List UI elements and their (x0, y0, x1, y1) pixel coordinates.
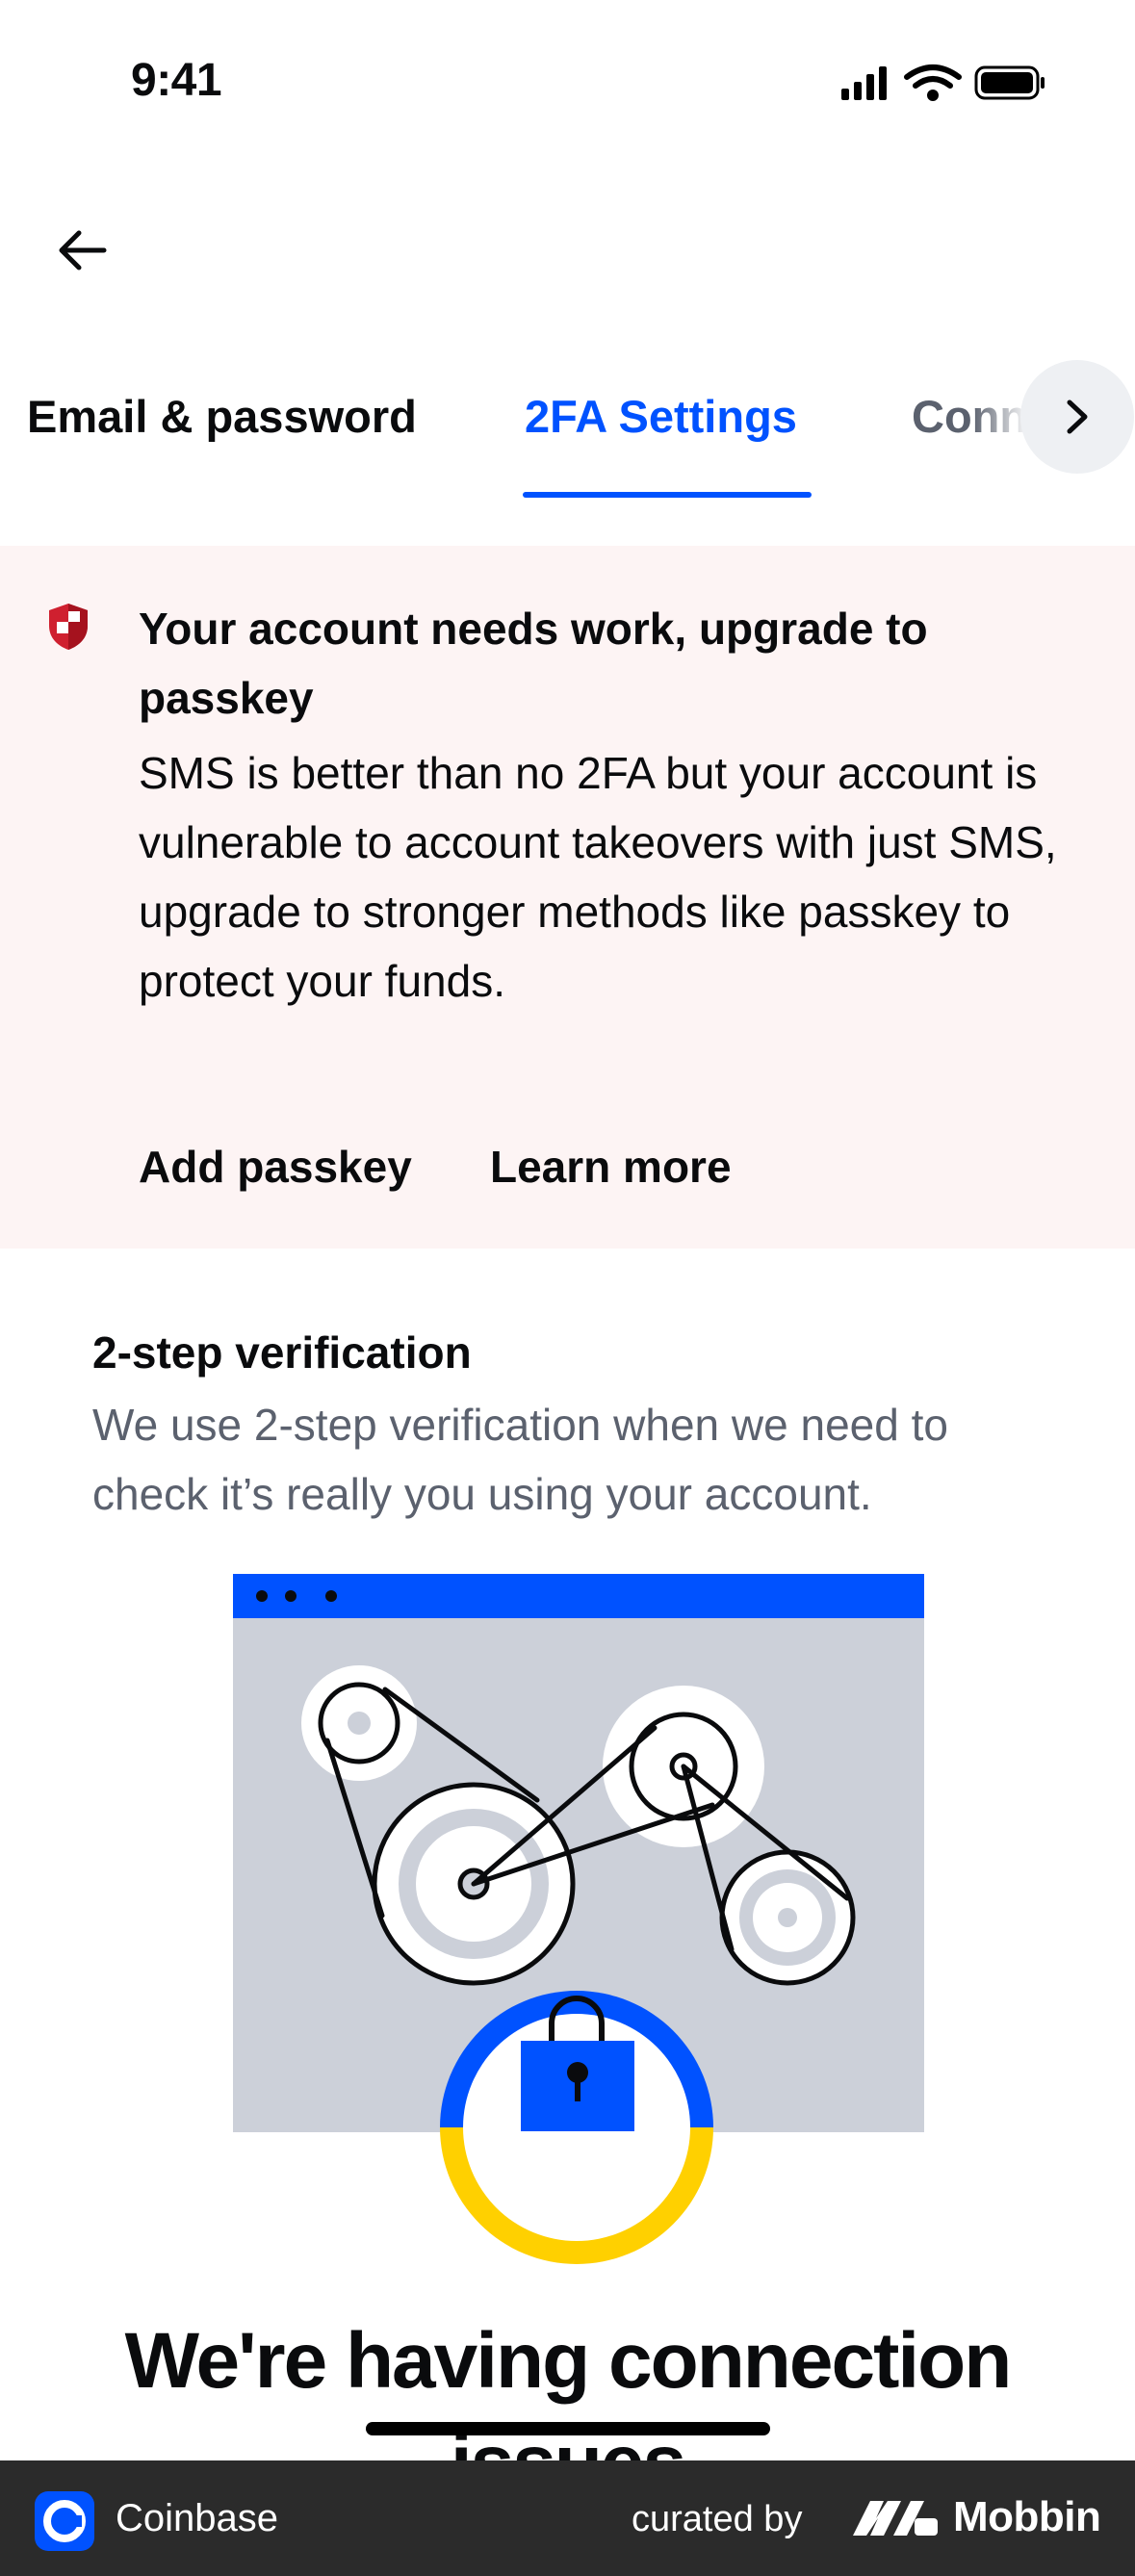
coinbase-logo-icon (35, 2491, 94, 2551)
tab-2fa-settings[interactable]: 2FA Settings (525, 390, 797, 443)
alert-body: SMS is better than no 2FA but your accou… (139, 748, 1057, 1006)
security-alert-banner: Your account needs work, upgrade to pass… (0, 546, 1135, 1249)
shield-icon (49, 604, 88, 650)
status-time: 9:41 (131, 55, 222, 106)
two-step-heading: 2-step verification (92, 1327, 472, 1378)
active-tab-indicator (523, 492, 812, 498)
home-indicator (366, 2422, 770, 2435)
tab-email-password[interactable]: Email & password (27, 390, 417, 443)
footer-app-name: Coinbase (116, 2497, 279, 2539)
security-gears-illustration (233, 1574, 924, 2264)
learn-more-link[interactable]: Learn more (490, 1141, 732, 1193)
wifi-icon (904, 64, 962, 101)
chevron-right-icon (1067, 399, 1088, 434)
add-passkey-button[interactable]: Add passkey (139, 1141, 412, 1193)
status-icons (841, 64, 1045, 101)
alert-title: Your account needs work, upgrade to pass… (139, 604, 928, 723)
battery-icon (974, 65, 1045, 100)
footer-curated-by: curated by (632, 2499, 803, 2539)
footer-bar: Coinbase curated by Mobbin (0, 2460, 1135, 2576)
mobbin-logo-icon (853, 2501, 938, 2536)
tab-scroll-next-button[interactable] (1020, 360, 1134, 474)
back-button[interactable] (48, 217, 116, 284)
footer-brand: Mobbin (953, 2493, 1101, 2540)
arrow-left-icon (59, 230, 107, 270)
status-bar: 9:41 (0, 0, 1135, 164)
two-step-description: We use 2-step verification when we need … (92, 1400, 948, 1519)
cellular-signal-icon (841, 66, 887, 100)
settings-tabs: Email & password 2FA Settings Conn (0, 351, 1135, 501)
